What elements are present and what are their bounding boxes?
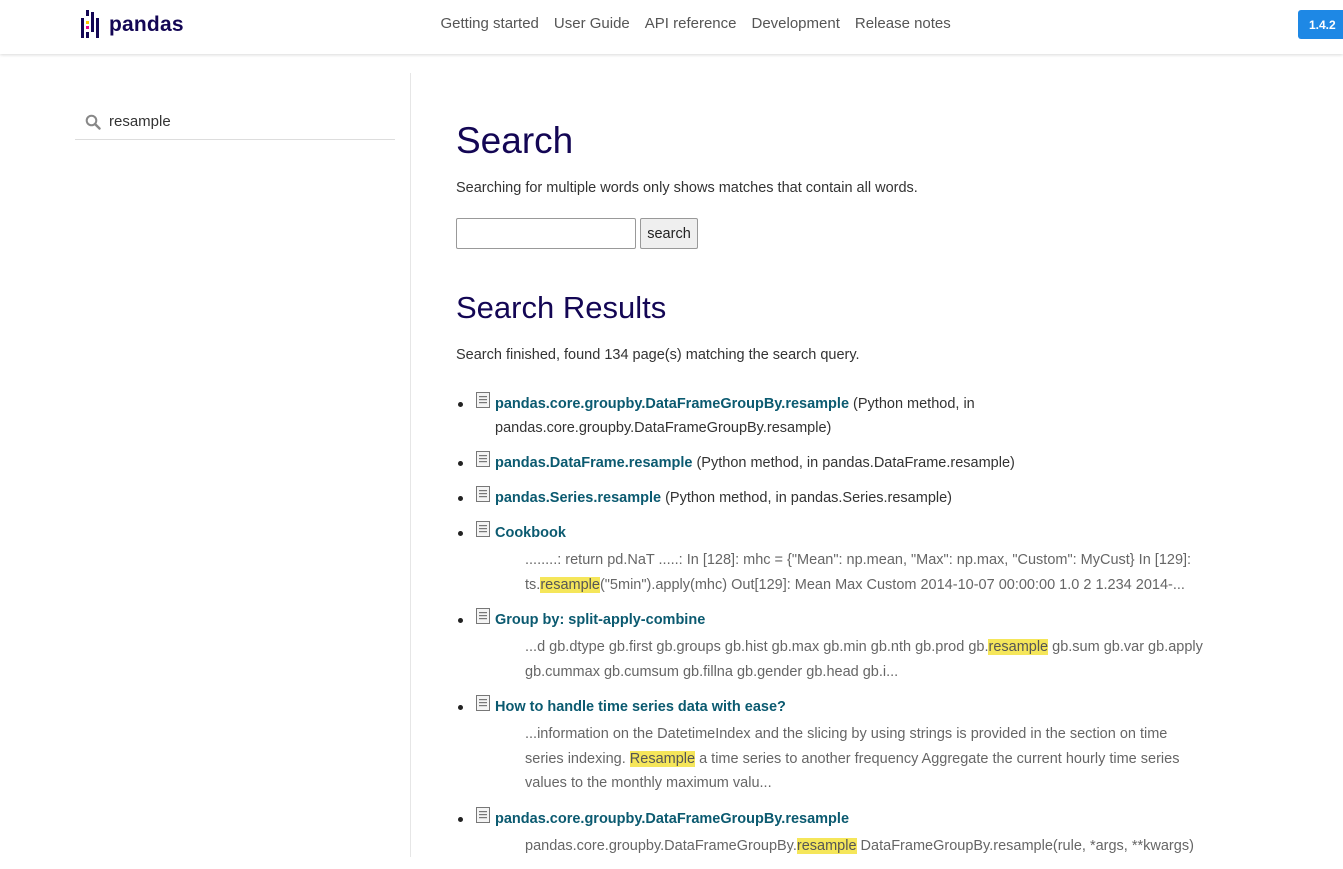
context-text: ...d gb.dtype gb.first gb.groups gb.hist… [525, 639, 989, 655]
list-item: Group by: split-apply-combine ...d gb.dt… [456, 608, 1216, 684]
page-title: Search [456, 120, 574, 161]
list-item: Cookbook ........: return pd.NaT .....: … [456, 521, 1216, 597]
list-item: pandas.Series.resample (Python method, i… [456, 486, 1216, 510]
nav-api-reference[interactable]: API reference [645, 15, 737, 32]
context-text: ("5min").apply(mhc) Out[129]: Mean Max C… [599, 576, 1185, 593]
result-context: pandas.core.groupby.DataFrameGroupBy.res… [525, 834, 1205, 859]
document-icon [476, 608, 490, 624]
list-item: pandas.core.groupby.DataFrameGroupBy.res… [456, 392, 1216, 440]
search-button[interactable]: search [640, 218, 698, 249]
search-icon [85, 114, 101, 130]
search-highlight: resample [988, 639, 1049, 655]
search-input[interactable] [456, 218, 636, 249]
search-highlight: Resample [629, 750, 696, 767]
brand-name: pandas [109, 13, 184, 36]
list-item: pandas.DataFrame.resample (Python method… [456, 451, 1216, 475]
bullet [458, 461, 463, 466]
result-link[interactable]: pandas.Series.resample [495, 490, 661, 506]
list-item: pandas.core.groupby.DataFrameGroupBy.res… [456, 806, 1216, 859]
sidebar-divider [410, 73, 411, 857]
result-link[interactable]: Cookbook [495, 525, 566, 541]
bullet [458, 496, 463, 501]
bullet [458, 705, 463, 710]
nav-release-notes[interactable]: Release notes [855, 15, 951, 32]
result-meta: (Python method, in pandas.DataFrame.resa… [692, 455, 1015, 471]
document-icon [476, 806, 490, 823]
result-link[interactable]: How to handle time series data with ease… [495, 699, 786, 715]
document-icon [476, 521, 490, 537]
search-results-list: pandas.core.groupby.DataFrameGroupBy.res… [456, 392, 1216, 869]
result-link[interactable]: pandas.core.groupby.DataFrameGroupBy.res… [495, 396, 849, 412]
context-text: pandas.core.groupby.DataFrameGroupBy. [525, 837, 797, 854]
search-form: search [456, 218, 698, 249]
search-highlight: resample [540, 576, 600, 593]
top-navbar: pandas Getting started User Guide API re… [0, 0, 1343, 54]
main-nav: Getting started User Guide API reference… [433, 15, 958, 32]
result-link[interactable]: pandas.core.groupby.DataFrameGroupBy.res… [495, 811, 849, 827]
bullet [458, 531, 463, 536]
result-context: ...d gb.dtype gb.first gb.groups gb.hist… [525, 635, 1205, 684]
nav-getting-started[interactable]: Getting started [441, 15, 539, 32]
result-meta: (Python method, in pandas.Series.resampl… [661, 490, 953, 506]
result-link[interactable]: pandas.DataFrame.resample [495, 455, 692, 471]
nav-user-guide[interactable]: User Guide [554, 15, 630, 32]
list-item: How to handle time series data with ease… [456, 695, 1216, 796]
result-context: ...information on the DatetimeIndex and … [525, 722, 1205, 796]
search-status: Search finished, found 134 page(s) match… [456, 347, 860, 363]
bullet [458, 618, 463, 623]
results-title: Search Results [456, 290, 667, 325]
document-icon [476, 392, 490, 408]
context-text: DataFrameGroupBy.resample(rule, *args, *… [856, 837, 1194, 854]
document-icon [476, 451, 490, 467]
sidebar-search [75, 103, 395, 140]
document-icon [476, 486, 490, 502]
pandas-logo-icon [81, 10, 99, 38]
search-highlight: resample [796, 837, 857, 854]
nav-development[interactable]: Development [751, 15, 839, 32]
bullet [458, 402, 463, 407]
document-icon [476, 695, 490, 711]
bullet [458, 816, 463, 822]
pandas-logo[interactable]: pandas [80, 10, 184, 40]
result-context: ........: return pd.NaT .....: In [128]:… [525, 548, 1205, 597]
result-link[interactable]: Group by: split-apply-combine [495, 612, 705, 628]
sidebar-search-input[interactable] [109, 110, 379, 132]
search-intro-text: Searching for multiple words only shows … [456, 180, 918, 196]
version-switcher-button[interactable]: 1.4.2 [1298, 10, 1343, 39]
